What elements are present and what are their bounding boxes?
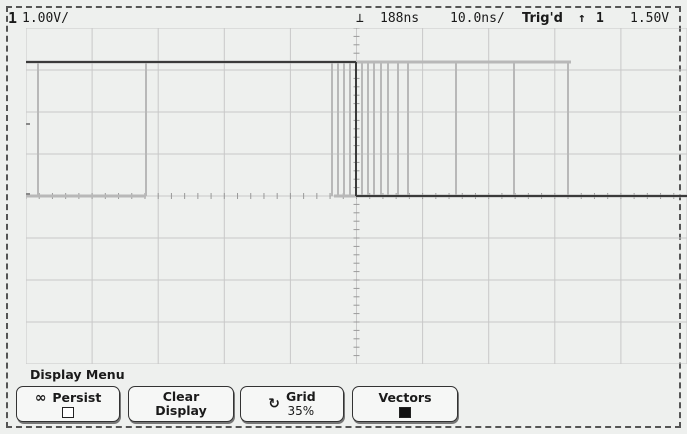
persist-softkey[interactable]: ∞ Persist [16,386,120,422]
channel-number: 1 [8,9,18,27]
trigger-status: Trig'd [522,10,563,26]
waveform-traces [26,60,687,198]
clear-label-line2: Display [155,403,207,418]
trigger-source: 1 [596,10,604,26]
grid-label: Grid [286,389,316,404]
trigger-edge-icon: ↑ [578,10,586,26]
persist-checkbox [62,406,74,418]
status-bar: 1 1.00V/ ⊥ 188ns 10.0ns/ Trig'd ↑ 1 1.50… [8,8,679,28]
infinity-icon: ∞ [34,389,47,406]
waveform-graticule [26,28,687,364]
time-delay: 188ns [380,10,420,26]
clear-label-line1: Clear [162,389,200,404]
channel-scale: 1.00V/ [22,10,69,26]
persist-label: Persist [52,389,102,405]
rotate-icon: ↻ [268,396,281,412]
grid-intensity-value: 35% [287,404,315,418]
clear-display-softkey[interactable]: Clear Display [128,386,234,422]
trigger-level: 1.50V [630,10,670,26]
grid-softkey[interactable]: ↻ Grid 35% [240,386,344,422]
vectors-checkbox [399,406,411,418]
menu-title: Display Menu [30,367,125,382]
trigger-position-marker: ⊥ [356,10,364,26]
time-scale: 10.0ns/ [450,10,505,26]
vectors-softkey[interactable]: Vectors [352,386,458,422]
vectors-label: Vectors [378,389,432,405]
waveform-display [26,28,687,364]
